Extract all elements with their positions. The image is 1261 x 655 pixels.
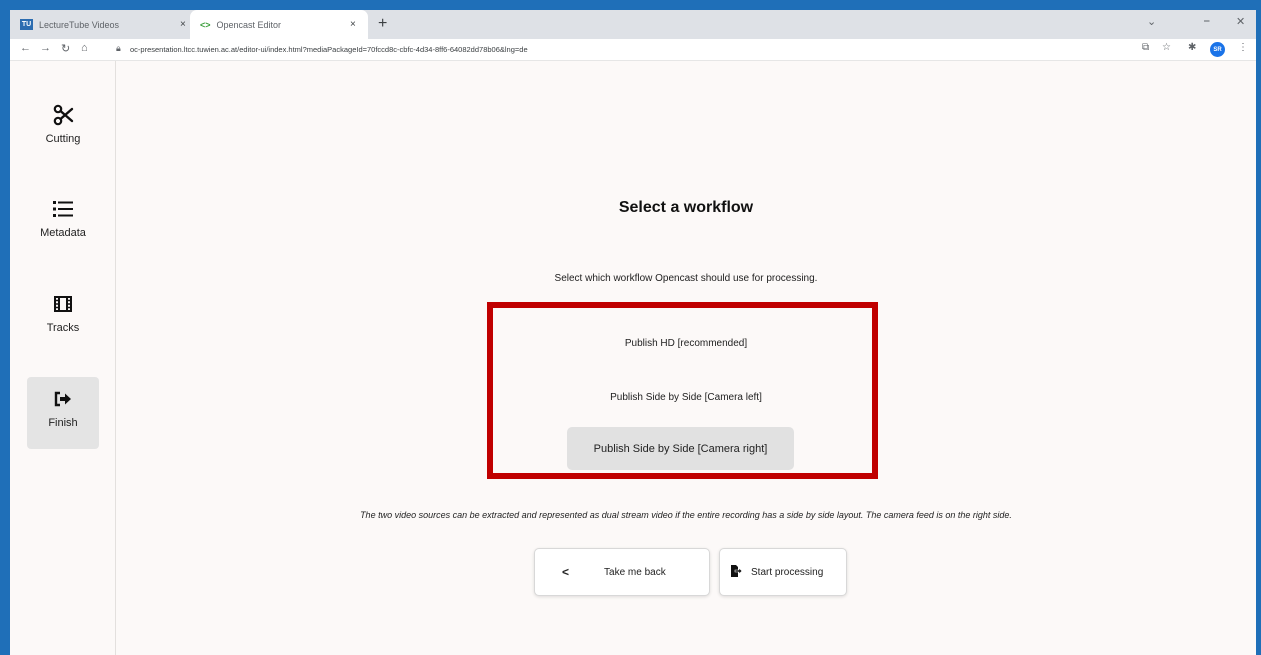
- sidebar-item-tracks[interactable]: Tracks: [27, 282, 99, 354]
- lock-icon[interactable]: 🔒︎: [116, 43, 121, 54]
- new-tab-button[interactable]: +: [378, 15, 387, 33]
- tab-lecturetube[interactable]: TU LectureTube Videos ×: [20, 10, 198, 39]
- forward-arrow-icon[interactable]: →: [40, 42, 51, 54]
- list-icon: [53, 197, 73, 221]
- film-icon: [54, 292, 72, 316]
- tu-favicon-icon: TU: [20, 19, 33, 30]
- page-subtitle: Select which workflow Opencast should us…: [554, 273, 818, 284]
- puzzle-icon[interactable]: ✱: [1188, 42, 1196, 53]
- sidebar: Cutting Metadata Tracks Finish: [10, 61, 116, 655]
- back-arrow-icon[interactable]: ←: [20, 42, 31, 54]
- take-me-back-button[interactable]: < Take me back: [534, 548, 710, 596]
- tab-strip: TU LectureTube Videos × <> Opencast Edit…: [10, 10, 1256, 39]
- start-processing-button[interactable]: Start processing: [719, 548, 847, 596]
- sidebar-item-cutting[interactable]: Cutting: [27, 93, 99, 165]
- sidebar-item-label: Metadata: [40, 227, 86, 239]
- sidebar-item-label: Finish: [48, 417, 78, 429]
- opencast-favicon-icon: <>: [200, 19, 211, 30]
- browser-window: TU LectureTube Videos × <> Opencast Edit…: [10, 10, 1256, 655]
- chevron-down-icon[interactable]: ⌄: [1147, 15, 1156, 28]
- translate-icon[interactable]: ⧉: [1142, 42, 1149, 53]
- reload-icon[interactable]: ↻: [61, 42, 70, 55]
- star-icon[interactable]: ☆: [1162, 42, 1171, 53]
- home-icon[interactable]: ⌂: [81, 42, 88, 54]
- menu-icon[interactable]: ⋮: [1238, 42, 1248, 53]
- workflow-description: The two video sources can be extracted a…: [360, 510, 1012, 520]
- sidebar-item-label: Tracks: [46, 322, 80, 334]
- button-label: Take me back: [604, 566, 666, 578]
- highlight-annotation-box: [487, 302, 878, 479]
- chevron-left-icon: <: [562, 565, 570, 579]
- tab-opencast-editor[interactable]: <> Opencast Editor ×: [190, 10, 368, 39]
- tab-title: LectureTube Videos: [39, 19, 120, 30]
- sign-out-icon: [54, 387, 72, 411]
- address-bar-row: ← → ↻ ⌂ 🔒︎ oc-presentation.ltcc.tuwien.a…: [10, 39, 1256, 61]
- close-window-button[interactable]: ✕: [1236, 15, 1245, 28]
- close-icon[interactable]: ×: [180, 19, 186, 30]
- main-content: Select a workflow Select which workflow …: [116, 61, 1256, 655]
- sidebar-item-metadata[interactable]: Metadata: [27, 187, 99, 259]
- tab-title: Opencast Editor: [216, 19, 282, 30]
- avatar[interactable]: SR: [1210, 42, 1225, 57]
- sidebar-item-finish[interactable]: Finish: [27, 377, 99, 449]
- file-export-icon: [730, 564, 743, 580]
- page-title: Select a workflow: [618, 199, 754, 216]
- minimize-button[interactable]: ⎯: [1204, 15, 1210, 28]
- scissors-icon: [52, 103, 74, 127]
- url-field[interactable]: oc-presentation.ltcc.tuwien.ac.at/editor…: [130, 45, 528, 54]
- sidebar-item-label: Cutting: [45, 133, 81, 145]
- close-icon[interactable]: ×: [350, 19, 356, 30]
- button-label: Start processing: [751, 566, 824, 578]
